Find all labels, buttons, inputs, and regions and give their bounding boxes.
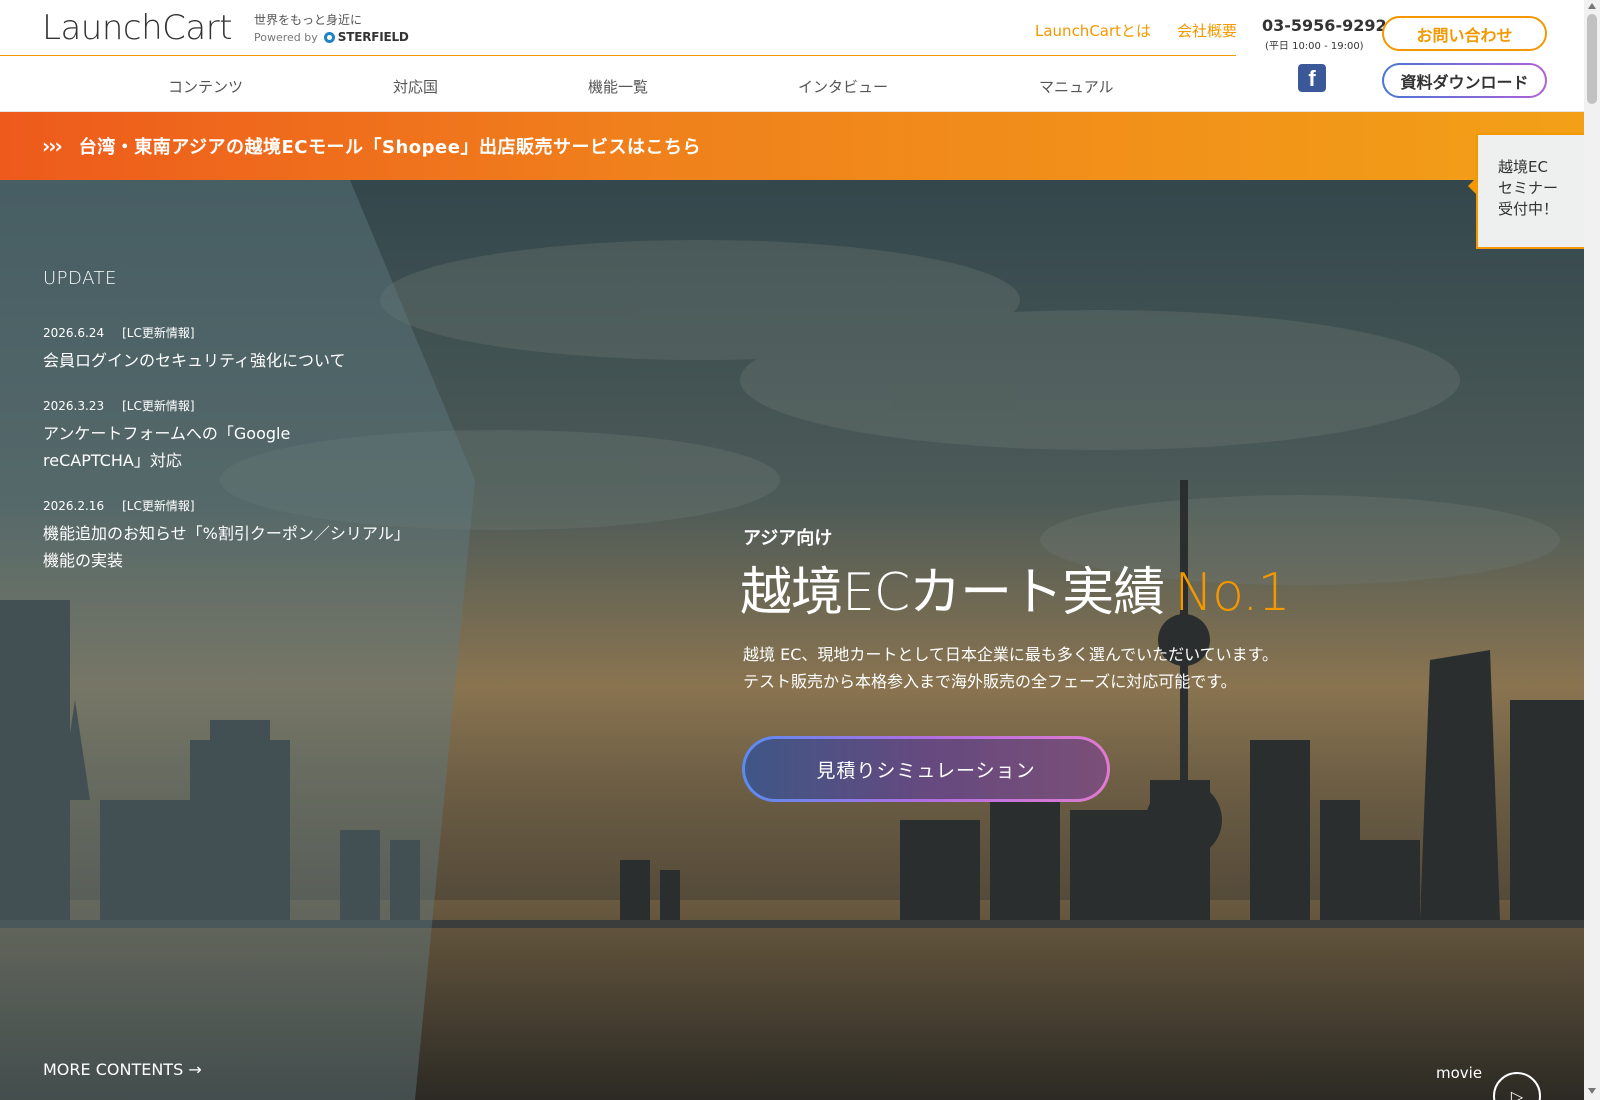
news-date: 2026.3.23 — [43, 399, 105, 413]
hero-heading-highlight: No.1 — [1174, 563, 1290, 623]
hero-subheading: アジア向け — [743, 528, 833, 549]
nav-countries[interactable]: 対応国 — [393, 76, 438, 97]
scroll-thumb[interactable] — [1587, 14, 1597, 104]
news-title: 会員ログインのセキュリティ強化について — [43, 351, 346, 370]
phone-hours: (平日 10:00 - 19:00) — [1265, 41, 1364, 52]
nav-manual[interactable]: マニュアル — [1039, 76, 1114, 97]
nav-features[interactable]: 機能一覧 — [588, 76, 648, 97]
hero-heading-text: 越境ECカート実績 — [740, 563, 1165, 623]
facebook-icon[interactable]: f — [1298, 64, 1326, 92]
estimate-simulation-label: 見積りシミュレーション — [745, 739, 1107, 799]
nav-interview[interactable]: インタビュー — [798, 76, 888, 97]
news-category: [LC更新情報] — [122, 326, 195, 340]
seminar-line: 受付中！ — [1498, 200, 1559, 218]
news-item[interactable]: 2026.6.24 [LC更新情報] 会員ログインのセキュリティ強化について — [43, 324, 413, 374]
news-meta: 2026.2.16 [LC更新情報] — [43, 497, 403, 514]
more-contents-link[interactable]: MORE CONTENTS → — [43, 1060, 202, 1079]
header-divider — [0, 55, 1236, 56]
seminar-line: 越境EC — [1498, 158, 1548, 176]
news-item[interactable]: 2026.3.23 [LC更新情報] アンケートフォームへの「Google reC… — [43, 397, 363, 474]
news-date: 2026.6.24 — [43, 326, 105, 340]
scroll-down-icon[interactable] — [1588, 1088, 1596, 1094]
hero-heading: 越境ECカート実績 No.1 — [740, 550, 1291, 625]
update-title: UPDATE — [43, 268, 117, 289]
hero-panel-overlay — [0, 180, 475, 1100]
banner-text: 台湾・東南アジアの越境ECモール「Shopee」出店販売サービスはこちら — [78, 137, 701, 158]
powered-by-label: Powered by — [254, 30, 318, 44]
movie-label: movie — [1436, 1064, 1483, 1082]
hero-description: 越境 EC、現地カートとして日本企業に最も多く選んでいただいています。 テスト販… — [743, 641, 1278, 695]
logo[interactable]: LaunchCart — [42, 8, 233, 48]
sterfield-name: STERFIELD — [337, 30, 409, 44]
news-title: 機能追加のお知らせ「%割引クーポン／シリアル」機能の実装 — [43, 524, 402, 570]
scroll-up-icon[interactable] — [1588, 3, 1596, 9]
estimate-simulation-button[interactable]: 見積りシミュレーション — [742, 736, 1110, 802]
news-date: 2026.2.16 — [43, 499, 105, 513]
hero-description-line: テスト販売から本格参入まで海外販売の全フェーズに対応可能です。 — [743, 672, 1237, 691]
download-button[interactable]: 資料ダウンロード — [1382, 63, 1547, 98]
news-item[interactable]: 2026.2.16 [LC更新情報] 機能追加のお知らせ「%割引クーポン／シリアル… — [43, 497, 403, 574]
news-category: [LC更新情報] — [122, 399, 195, 413]
news-title: アンケートフォームへの「Google reCAPTCHA」対応 — [43, 424, 291, 470]
hero-description-line: 越境 EC、現地カートとして日本企業に最も多く選んでいただいています。 — [743, 645, 1279, 664]
tagline: 世界をもっと身近に — [254, 13, 363, 27]
powered-by: Powered by STERFIELD — [254, 30, 409, 44]
sterfield-mark-icon — [323, 31, 335, 43]
seminar-tab[interactable]: 越境EC セミナー 受付中！ — [1468, 133, 1584, 249]
site-header: LaunchCart 世界をもっと身近に Powered by STERFIEL… — [0, 0, 1584, 112]
page-scrollbar[interactable] — [1584, 0, 1600, 1100]
hero: UPDATE 2026.6.24 [LC更新情報] 会員ログインのセキュリティ強化… — [0, 180, 1584, 1100]
phone-number[interactable]: 03-5956-9292 — [1262, 16, 1387, 35]
sterfield-logo: STERFIELD — [323, 30, 409, 44]
about-link[interactable]: LaunchCartとは — [1035, 20, 1151, 41]
company-link[interactable]: 会社概要 — [1177, 20, 1237, 41]
news-meta: 2026.6.24 [LC更新情報] — [43, 324, 413, 341]
contact-button[interactable]: お問い合わせ — [1382, 16, 1547, 51]
chevron-right-icon: ››› — [42, 134, 63, 158]
news-category: [LC更新情報] — [122, 499, 195, 513]
nav-contents[interactable]: コンテンツ — [168, 76, 243, 97]
download-button-label: 資料ダウンロード — [1384, 65, 1545, 96]
shopee-banner[interactable]: ››› 台湾・東南アジアの越境ECモール「Shopee」出店販売サービスはこちら — [0, 112, 1584, 180]
seminar-line: セミナー — [1498, 179, 1559, 197]
news-meta: 2026.3.23 [LC更新情報] — [43, 397, 363, 414]
